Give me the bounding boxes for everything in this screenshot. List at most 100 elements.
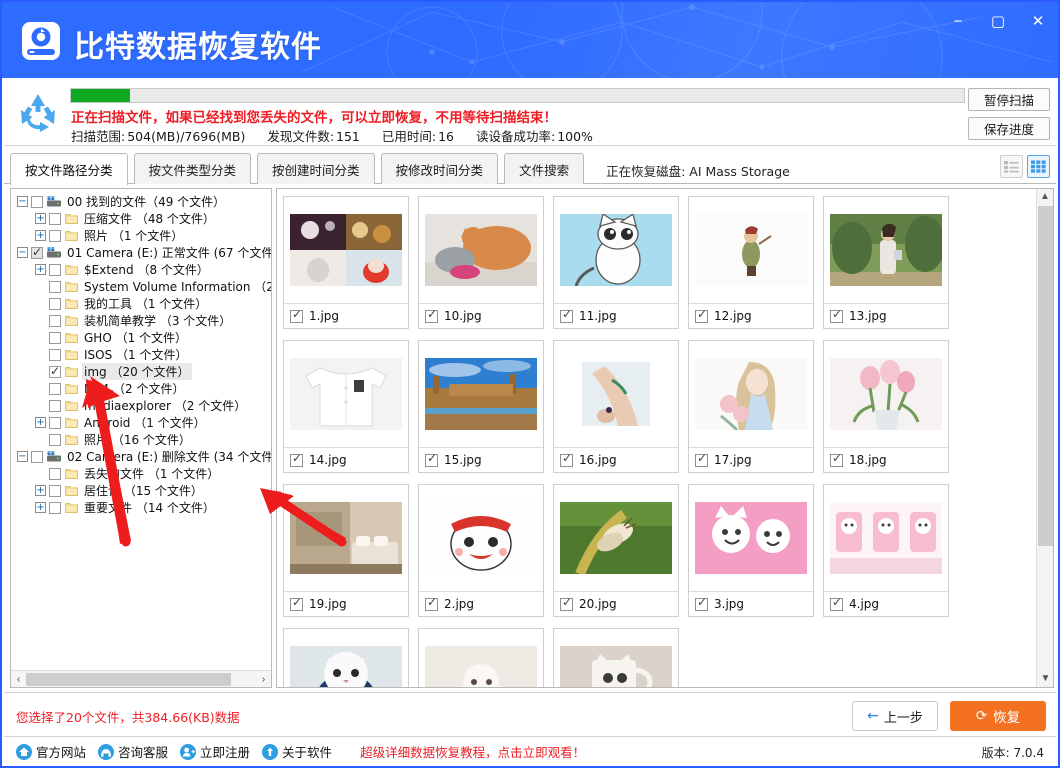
pause-scan-button[interactable]: 暂停扫描	[968, 88, 1050, 111]
file-preview[interactable]	[284, 341, 408, 447]
tree-node-checkbox[interactable]	[49, 298, 61, 310]
tree-node-checkbox[interactable]	[49, 434, 61, 446]
tab-0[interactable]: 按文件路径分类	[10, 153, 128, 185]
tree-node[interactable]: 我的工具 （1 个文件）	[15, 295, 271, 312]
tree-node-checkbox[interactable]	[49, 400, 61, 412]
file-checkbox[interactable]	[830, 454, 843, 467]
file-checkbox[interactable]	[560, 454, 573, 467]
file-thumbnail-cell[interactable]: 18.jpg	[823, 340, 949, 473]
expand-icon[interactable]: +	[35, 417, 46, 428]
file-thumbnail-cell[interactable]: 6.jpg	[418, 628, 544, 688]
tree-node-checkbox[interactable]	[31, 247, 43, 259]
file-checkbox[interactable]	[290, 454, 303, 467]
file-preview[interactable]	[284, 485, 408, 591]
file-preview[interactable]	[554, 341, 678, 447]
close-icon[interactable]: ✕	[1018, 2, 1058, 40]
file-thumbnail-cell[interactable]: 11.jpg	[553, 196, 679, 329]
file-preview[interactable]	[689, 197, 813, 303]
file-preview[interactable]	[419, 197, 543, 303]
tree-horizontal-scrollbar[interactable]: ‹ ›	[11, 670, 271, 687]
minimize-icon[interactable]: −	[938, 2, 978, 40]
file-thumbnail-cell[interactable]: 17.jpg	[688, 340, 814, 473]
tree-node[interactable]: mediaexplorer （2 个文件）	[15, 397, 271, 414]
tree-node-checkbox[interactable]	[49, 417, 61, 429]
tree-node[interactable]: +照片 （1 个文件）	[15, 227, 271, 244]
file-thumbnail-cell[interactable]: 12.jpg	[688, 196, 814, 329]
tree-node[interactable]: 照片 （16 个文件）	[15, 431, 271, 448]
footer-link-3[interactable]: 关于软件	[262, 742, 332, 761]
file-preview[interactable]	[554, 197, 678, 303]
collapse-icon[interactable]: −	[17, 196, 28, 207]
tree-node[interactable]: img （20 个文件）	[15, 363, 271, 380]
tree-node-checkbox[interactable]	[49, 383, 61, 395]
file-thumbnail-cell[interactable]: 7.jpg	[553, 628, 679, 688]
file-preview[interactable]	[824, 485, 948, 591]
file-preview[interactable]	[689, 341, 813, 447]
tab-1[interactable]: 按文件类型分类	[134, 153, 252, 184]
tree-node-checkbox[interactable]	[49, 349, 61, 361]
file-thumbnail-cell[interactable]: 10.jpg	[418, 196, 544, 329]
tree-node-checkbox[interactable]	[49, 468, 61, 480]
file-checkbox[interactable]	[425, 598, 438, 611]
tree-node-checkbox[interactable]	[49, 485, 61, 497]
tree-node[interactable]: +$Extend （8 个文件）	[15, 261, 271, 278]
collapse-icon[interactable]: −	[17, 451, 28, 462]
tree-node-checkbox[interactable]	[49, 213, 61, 225]
file-preview[interactable]	[689, 485, 813, 591]
tree-node-checkbox[interactable]	[49, 230, 61, 242]
file-thumbnail-cell[interactable]: 19.jpg	[283, 484, 409, 617]
file-checkbox[interactable]	[290, 310, 303, 323]
tree-node-checkbox[interactable]	[49, 264, 61, 276]
expand-icon[interactable]: +	[35, 502, 46, 513]
tree-node[interactable]: MP4 （2 个文件）	[15, 380, 271, 397]
tree-node[interactable]: −00 找到的文件（49 个文件）	[15, 193, 271, 210]
file-thumbnail-cell[interactable]: 20.jpg	[553, 484, 679, 617]
file-checkbox[interactable]	[560, 598, 573, 611]
file-thumbnail-cell[interactable]: 1.jpg	[283, 196, 409, 329]
files-scroll-thumb[interactable]	[1038, 206, 1053, 546]
tree-node-checkbox[interactable]	[31, 196, 43, 208]
files-scroll-up-icon[interactable]: ▲	[1037, 189, 1053, 205]
expand-icon[interactable]: +	[35, 230, 46, 241]
tree-node[interactable]: 装机简单教学 （3 个文件）	[15, 312, 271, 329]
tree-node-checkbox[interactable]	[49, 281, 61, 293]
footer-link-2[interactable]: 立即注册	[180, 742, 250, 761]
tree-node[interactable]: −02 Camera (E:) 删除文件 (34 个文件)	[15, 448, 271, 465]
file-preview[interactable]	[554, 485, 678, 591]
expand-icon[interactable]: +	[35, 213, 46, 224]
files-scroll-down-icon[interactable]: ▼	[1037, 671, 1054, 687]
file-preview[interactable]	[419, 629, 543, 688]
file-preview[interactable]	[284, 197, 408, 303]
tree-node[interactable]: 丢失的文件 （1 个文件）	[15, 465, 271, 482]
expand-icon[interactable]: +	[35, 264, 46, 275]
file-checkbox[interactable]	[425, 454, 438, 467]
collapse-icon[interactable]: −	[17, 247, 28, 258]
file-thumbnail-cell[interactable]: 4.jpg	[823, 484, 949, 617]
tree-node[interactable]: −01 Camera (E:) 正常文件 (67 个文件)	[15, 244, 271, 261]
file-checkbox[interactable]	[425, 310, 438, 323]
file-checkbox[interactable]	[830, 598, 843, 611]
file-checkbox[interactable]	[290, 598, 303, 611]
tab-4[interactable]: 文件搜索	[504, 153, 584, 184]
file-thumbnail-cell[interactable]: 16.jpg	[553, 340, 679, 473]
tree-scroll-left-icon[interactable]: ‹	[11, 674, 26, 685]
file-thumbnail-cell[interactable]: 14.jpg	[283, 340, 409, 473]
list-view-icon[interactable]	[1000, 155, 1023, 178]
tree-node[interactable]: +Android （1 个文件）	[15, 414, 271, 431]
grid-view-icon[interactable]	[1027, 155, 1050, 178]
tree-scroll-thumb[interactable]	[26, 673, 231, 686]
tree-node[interactable]: System Volume Information （2 个文	[15, 278, 271, 295]
tree-node-checkbox[interactable]	[49, 315, 61, 327]
footer-link-1[interactable]: 咨询客服	[98, 742, 168, 761]
file-thumbnail-cell[interactable]: 5.jpg	[283, 628, 409, 688]
tree-node-checkbox[interactable]	[49, 366, 61, 378]
file-thumbnail-cell[interactable]: 13.jpg	[823, 196, 949, 329]
file-preview[interactable]	[419, 485, 543, 591]
maximize-icon[interactable]: ▢	[978, 2, 1018, 40]
save-progress-button[interactable]: 保存进度	[968, 117, 1050, 140]
promo-link[interactable]: 超级详细数据恢复教程，点击立即观看！	[360, 742, 585, 761]
file-thumbnail-cell[interactable]: 2.jpg	[418, 484, 544, 617]
file-preview[interactable]	[419, 341, 543, 447]
tree-node-checkbox[interactable]	[49, 502, 61, 514]
file-checkbox[interactable]	[695, 310, 708, 323]
